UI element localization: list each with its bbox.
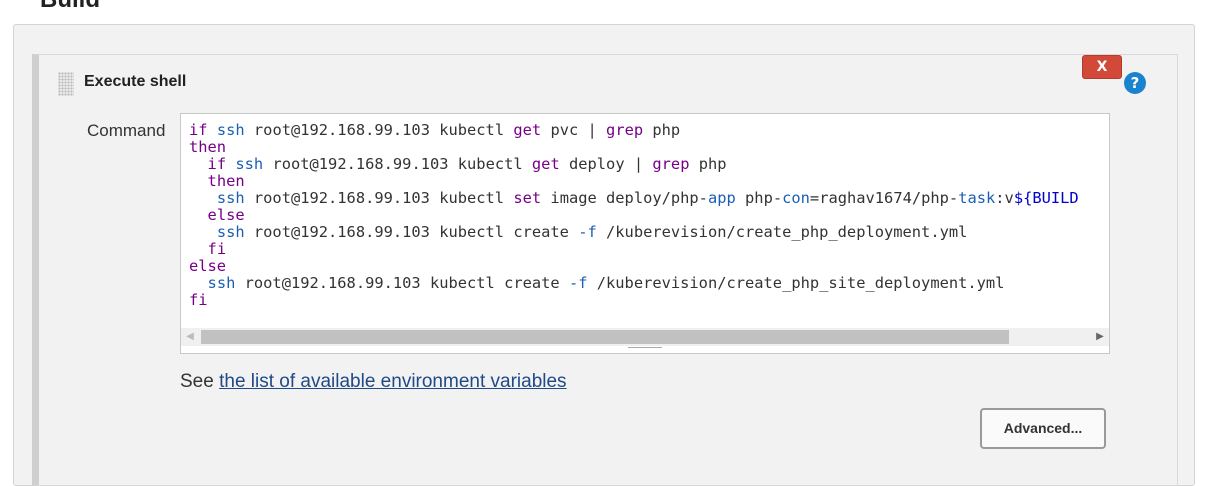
code-token: ${BUILD — [1013, 189, 1079, 207]
code-token: ssh — [207, 274, 236, 292]
code-line: else — [189, 258, 1079, 275]
code-line: fi — [189, 241, 1079, 258]
code-token: if — [189, 121, 208, 139]
code-token: ssh — [216, 121, 245, 139]
code-line: else — [189, 207, 1079, 224]
code-token: fi — [189, 291, 208, 309]
code-line: then — [189, 173, 1079, 190]
code-token: con — [782, 189, 810, 207]
code-token: /kuberevision/create_php_site_deployment… — [587, 274, 1005, 292]
code-token: fi — [207, 240, 227, 258]
code-line: ssh root@192.168.99.103 kubectl create -… — [189, 224, 1079, 241]
code-token: set — [513, 189, 542, 207]
code-token: then — [189, 138, 227, 156]
code-token: root@192.168.99.103 kubectl create — [244, 223, 579, 241]
see-prefix: See — [180, 371, 220, 392]
code-token: else — [189, 257, 227, 275]
delete-step-button[interactable]: X — [1082, 55, 1122, 79]
command-code[interactable]: if ssh root@192.168.99.103 kubectl get p… — [189, 122, 1079, 309]
code-line: ssh root@192.168.99.103 kubectl set imag… — [189, 190, 1079, 207]
code-token: -f — [568, 274, 588, 292]
step-title: Execute shell — [84, 73, 187, 90]
command-editor[interactable]: if ssh root@192.168.99.103 kubectl get p… — [180, 113, 1110, 354]
code-token: /kuberevision/create_php_deployment.yml — [596, 223, 968, 241]
code-token: pvc | — [541, 121, 607, 139]
code-token: then — [207, 172, 245, 190]
code-token: ssh — [235, 155, 264, 173]
code-line: if ssh root@192.168.99.103 kubectl get d… — [189, 156, 1079, 173]
code-token: app — [707, 189, 736, 207]
code-token: php — [689, 155, 727, 173]
code-line: ssh root@192.168.99.103 kubectl create -… — [189, 275, 1079, 292]
code-token: root@192.168.99.103 kubectl create — [235, 274, 569, 292]
scroll-left-icon[interactable]: ◀ — [181, 328, 199, 346]
code-token: image deploy/php- — [541, 189, 708, 207]
code-token: php- — [735, 189, 783, 207]
code-token: root@192.168.99.103 kubectl — [244, 121, 514, 139]
code-token: root@192.168.99.103 kubectl — [244, 189, 514, 207]
code-line: fi — [189, 292, 1079, 309]
code-token: else — [207, 206, 245, 224]
code-line: if ssh root@192.168.99.103 kubectl get p… — [189, 122, 1079, 139]
code-token: ssh — [216, 189, 245, 207]
horizontal-scrollbar[interactable]: ◀ ▶ — [181, 328, 1109, 346]
env-vars-hint: See the list of available environment va… — [180, 371, 567, 393]
env-vars-link[interactable]: the list of available environment variab… — [219, 371, 566, 392]
code-token: root@192.168.99.103 kubectl — [263, 155, 532, 173]
code-token: :v — [995, 189, 1014, 207]
code-token: grep — [652, 155, 690, 173]
section-title: Build — [40, 0, 100, 14]
code-token: if — [207, 155, 227, 173]
code-token: -f — [578, 223, 597, 241]
code-token: get — [531, 155, 560, 173]
scroll-right-icon[interactable]: ▶ — [1091, 328, 1109, 346]
code-token: ssh — [216, 223, 245, 241]
scrollbar-thumb[interactable] — [201, 330, 1009, 344]
code-token: get — [513, 121, 542, 139]
help-icon[interactable]: ? — [1124, 72, 1146, 94]
resize-grip-icon[interactable] — [628, 347, 662, 353]
code-token: task — [958, 189, 996, 207]
drag-handle-icon[interactable] — [58, 72, 74, 96]
code-token: deploy | — [559, 155, 653, 173]
advanced-button[interactable]: Advanced... — [980, 408, 1106, 449]
code-token: =raghav1674/php- — [809, 189, 959, 207]
code-token: php — [643, 121, 681, 139]
code-line: then — [189, 139, 1079, 156]
command-label: Command — [87, 121, 166, 140]
code-token: grep — [606, 121, 644, 139]
